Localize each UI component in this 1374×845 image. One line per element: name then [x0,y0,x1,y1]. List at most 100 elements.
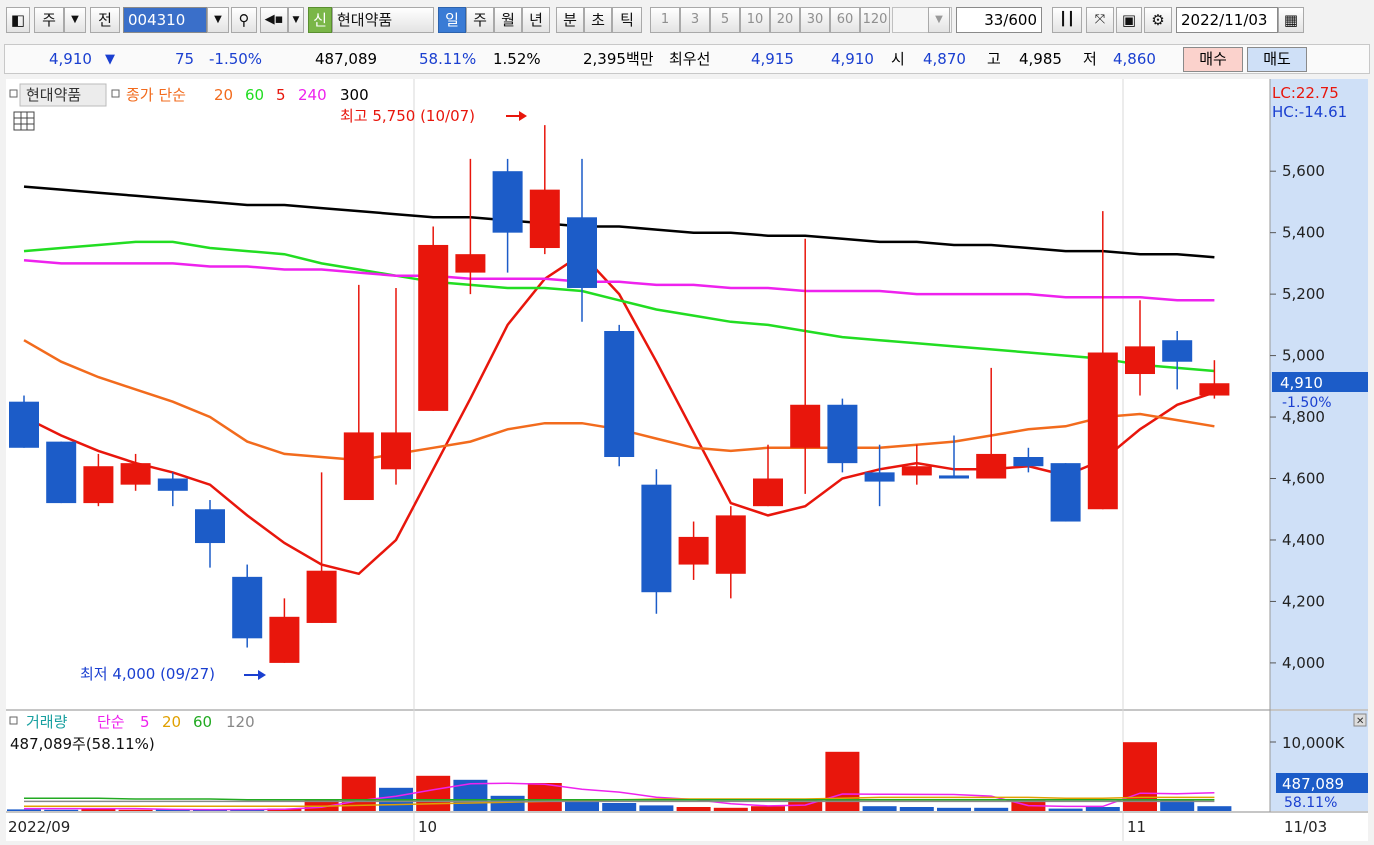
volume-bar [44,809,79,811]
candle-body [901,466,932,476]
candle-body [753,478,783,507]
volume-bar [602,803,637,811]
date-axis-panel [6,813,1368,841]
volume-bar [937,807,971,811]
candle [46,441,77,504]
candle [232,564,263,648]
volume-bar [974,807,1009,811]
candle [9,395,39,448]
ma-legend-5: 5 [276,86,286,104]
price-panel [6,79,1270,709]
ma-legend-60: 60 [245,86,264,104]
volume-bar [639,805,674,811]
candle-body [381,432,411,470]
date-label-sep: 2022/09 [8,818,70,836]
candle [1050,463,1081,522]
price-tick-label: 4,400 [1282,531,1325,549]
volume-bar [7,809,41,811]
candle-body [46,441,77,504]
volume-bar [713,807,748,811]
ma-legend-20: 20 [214,86,233,104]
candle-body [864,472,895,482]
candle-body [1087,352,1118,510]
volume-bar [1085,807,1120,811]
min-annotation: 최저 4,000 (09/27) [80,665,215,683]
candle-body [790,404,821,448]
candle-body [827,404,858,464]
volume-ma-legend-120: 120 [226,713,255,731]
candle-body [120,463,151,485]
close-icon-glyph: ✕ [1356,716,1364,727]
candle-body [678,536,709,565]
volume-bar [416,775,451,811]
current-volume-label: 487,089 [1282,775,1344,793]
candle-body [1125,346,1155,375]
price-chart[interactable]: 5,6005,4005,2005,0004,8004,6004,4004,200… [0,0,1374,845]
candle-body [715,515,746,574]
legend-square-icon [9,89,18,98]
candle-body [641,484,672,593]
candle-body [604,331,635,457]
hc-label: HC:-14.61 [1272,103,1347,121]
volume-ma-legend-5: 5 [140,713,150,731]
volume-ma-legend-60: 60 [193,713,212,731]
candle-body [83,466,114,504]
date-label-current: 11/03 [1284,818,1327,836]
price-tick-label: 4,600 [1282,470,1325,488]
volume-bar [676,807,711,811]
candle [418,226,449,411]
candle-body [418,244,449,411]
volume-legend-title: 거래량 [26,713,68,731]
legend-square-icon [9,716,18,725]
ma-legend-300: 300 [340,86,369,104]
current-volume-pct: 58.11% [1284,795,1337,811]
candle-body [1162,340,1193,362]
candle-body [9,401,39,448]
volume-bar [490,795,525,811]
price-tick-label: 5,200 [1282,285,1325,303]
candle [604,324,635,467]
volume-bar [899,807,934,811]
volume-bar [751,806,785,811]
stock-legend: 현대약품 [26,86,81,104]
candle [641,469,672,614]
candle [827,398,858,473]
volume-bar [118,809,153,811]
candle-body [343,432,374,501]
volume-bar [527,783,562,811]
candle-body [269,616,300,663]
candle-body [232,576,263,639]
candle-body [567,217,597,288]
candle-body [492,171,523,233]
candle-body [976,453,1007,479]
price-tick-label: 5,400 [1282,224,1325,242]
volume-tick-label: 10,000K [1282,734,1345,752]
current-price-marker-label: 4,910 [1280,374,1323,392]
volume-bar [1048,808,1083,811]
candle-body [939,475,969,479]
lc-label: LC:22.75 [1272,84,1339,102]
volume-bar [1197,806,1232,811]
candle-body [1050,463,1081,522]
legend-square-icon [111,89,120,98]
candle-body [455,254,486,273]
volume-ma-legend-title: 단순 [97,713,125,731]
current-pct-label: -1.50% [1282,395,1332,411]
date-label-oct: 10 [418,818,437,836]
candle-body [1013,457,1044,467]
volume-ma-legend-20: 20 [162,713,181,731]
price-tick-label: 4,000 [1282,654,1325,672]
max-annotation: 최고 5,750 (10/07) [340,107,475,125]
volume-summary: 487,089주(58.11%) [10,735,155,753]
candle-body [306,570,337,623]
price-tick-label: 5,600 [1282,162,1325,180]
price-tick-label: 5,000 [1282,347,1325,365]
ma-legend-title: 종가 단순 [126,86,186,104]
candle-body [157,478,188,491]
ma-legend-240: 240 [298,86,327,104]
price-tick-label: 4,200 [1282,592,1325,610]
table-icon[interactable] [13,111,35,131]
candle-body [529,189,560,249]
candle-body [1199,383,1230,396]
candle-body [195,509,225,544]
